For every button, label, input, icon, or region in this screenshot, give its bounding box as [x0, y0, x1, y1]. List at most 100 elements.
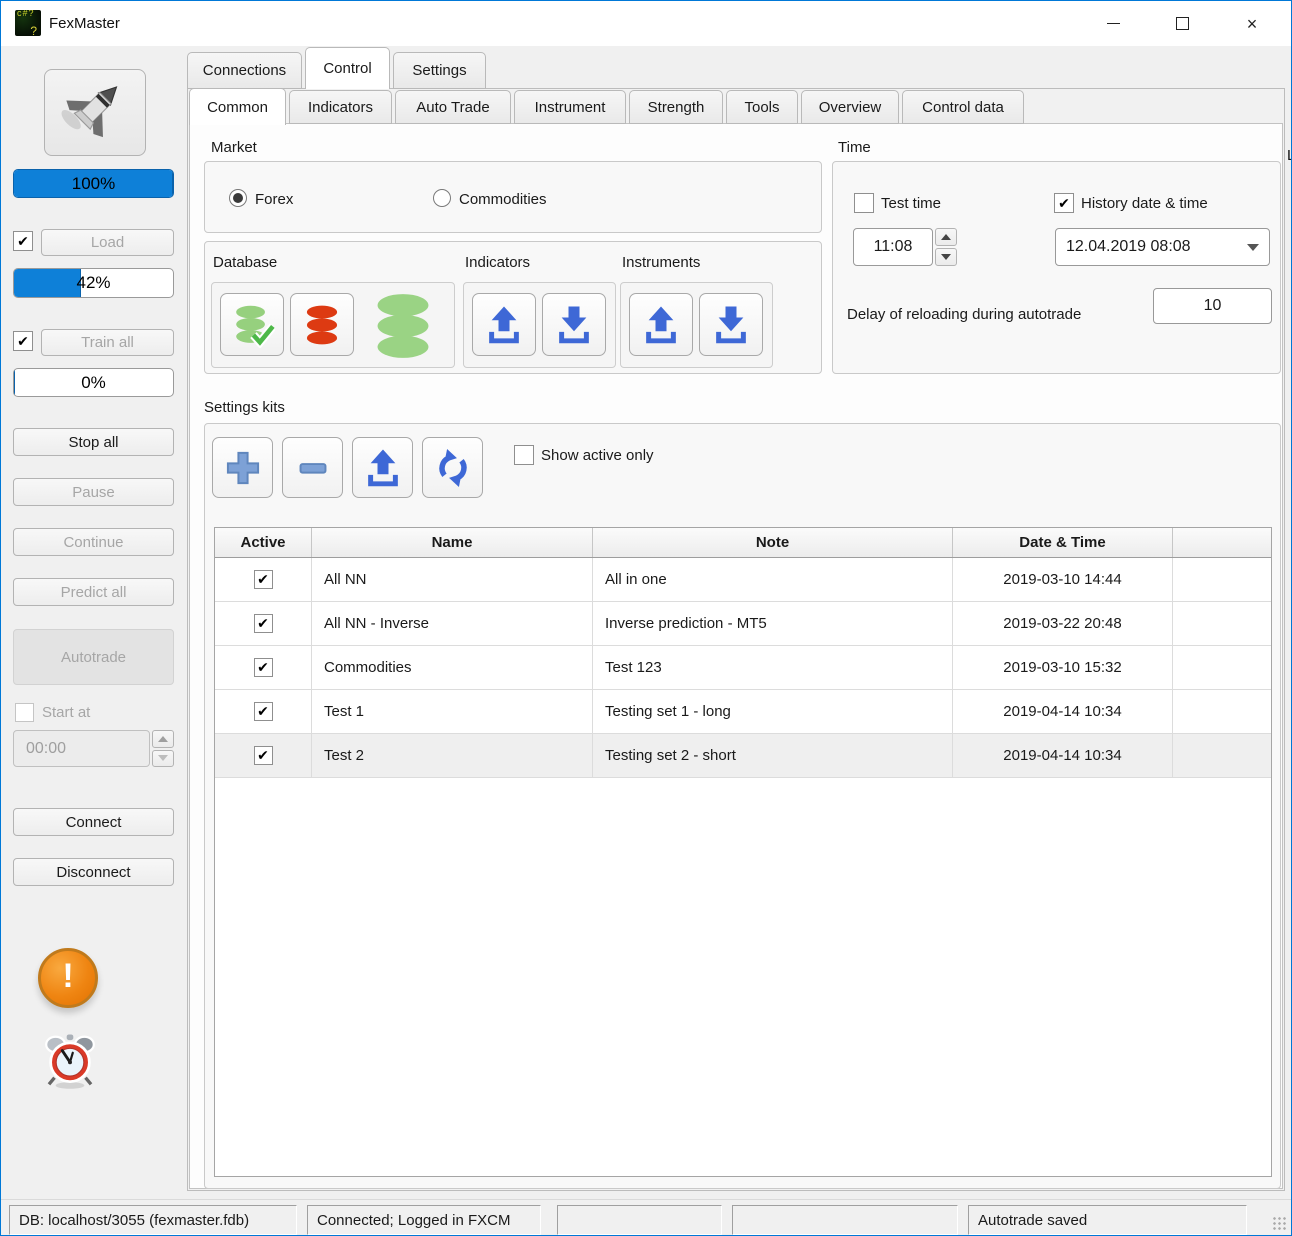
clipped-right-label: L — [1287, 147, 1292, 164]
rocket-icon — [52, 77, 138, 149]
close-button[interactable]: × — [1229, 1, 1275, 46]
load-progress-label: 42% — [14, 269, 173, 297]
indicators-upload-button[interactable] — [472, 293, 536, 356]
forex-label: Forex — [255, 191, 293, 208]
tab-settings[interactable]: Settings — [393, 52, 486, 89]
instruments-panel — [620, 282, 773, 368]
row-active-checkbox[interactable] — [254, 614, 273, 633]
row-active-checkbox[interactable] — [254, 658, 273, 677]
train-checkbox[interactable] — [13, 331, 33, 351]
column-header-datetime[interactable]: Date & Time — [953, 528, 1173, 557]
spin-up-button[interactable] — [152, 730, 174, 748]
upload-icon — [361, 446, 405, 490]
remove-kit-button[interactable] — [282, 437, 343, 498]
connect-button[interactable]: Connect — [13, 808, 174, 836]
commodities-radio[interactable] — [433, 189, 451, 207]
subtab-overview[interactable]: Overview — [801, 90, 899, 124]
database-status-icon — [358, 287, 448, 365]
row-active-checkbox[interactable] — [254, 570, 273, 589]
time-group: Test time History date & time 11:08 12.0… — [832, 161, 1281, 374]
database-red-button[interactable] — [290, 293, 354, 356]
row-active-checkbox[interactable] — [254, 746, 273, 765]
train-all-button[interactable]: Train all — [41, 329, 174, 356]
table-row[interactable]: Test 1 Testing set 1 - long 2019-04-14 1… — [215, 690, 1271, 734]
database-checked-icon — [229, 302, 275, 348]
delay-value: 10 — [1204, 297, 1222, 315]
start-time-value: 00:00 — [13, 730, 150, 767]
table-row[interactable]: All NN - Inverse Inverse prediction - MT… — [215, 602, 1271, 646]
instruments-download-button[interactable] — [699, 293, 763, 356]
indicators-download-button[interactable] — [542, 293, 606, 356]
column-header-filler — [1173, 528, 1271, 557]
spin-down-button[interactable] — [152, 750, 174, 768]
row-note: Inverse prediction - MT5 — [593, 602, 953, 645]
upload-kit-button[interactable] — [352, 437, 413, 498]
subtab-common[interactable]: Common — [189, 88, 286, 125]
start-time-spinner[interactable]: 00:00 — [13, 730, 174, 767]
arrow-up-icon — [158, 736, 168, 742]
arrow-up-icon — [941, 234, 951, 240]
row-datetime: 2019-04-14 10:34 — [953, 734, 1173, 777]
continue-button[interactable]: Continue — [13, 528, 174, 556]
table-row[interactable]: Test 2 Testing set 2 - short 2019-04-14 … — [215, 734, 1271, 778]
forex-radio[interactable] — [229, 189, 247, 207]
column-header-note[interactable]: Note — [593, 528, 953, 557]
download-icon — [709, 303, 753, 347]
subtab-auto-trade[interactable]: Auto Trade — [395, 90, 511, 124]
autotrade-button[interactable]: Autotrade — [13, 629, 174, 685]
table-row[interactable]: Commodities Test 123 2019-03-10 15:32 — [215, 646, 1271, 690]
column-header-active[interactable]: Active — [215, 528, 312, 557]
test-time-value: 11:08 — [853, 228, 933, 266]
subtab-tools[interactable]: Tools — [726, 90, 798, 124]
download-icon — [552, 303, 596, 347]
database-check-button[interactable] — [220, 293, 284, 356]
rocket-button[interactable] — [44, 69, 146, 156]
time-group-label: Time — [838, 139, 871, 156]
delay-input[interactable]: 10 — [1153, 288, 1272, 324]
database-panel — [211, 282, 455, 368]
tab-connections[interactable]: Connections — [187, 52, 302, 89]
delay-label: Delay of reloading during autotrade — [847, 306, 1081, 323]
arrow-down-icon — [158, 755, 168, 761]
tab-control[interactable]: Control — [305, 47, 390, 89]
row-active-checkbox[interactable] — [254, 702, 273, 721]
minus-icon — [292, 447, 334, 489]
maximize-button[interactable] — [1159, 1, 1205, 46]
row-name: Commodities — [312, 646, 593, 689]
total-progress-label: 100% — [14, 170, 173, 197]
load-checkbox[interactable] — [13, 231, 33, 251]
row-datetime: 2019-03-10 15:32 — [953, 646, 1173, 689]
test-time-spinner[interactable]: 11:08 — [853, 228, 957, 266]
add-kit-button[interactable] — [212, 437, 273, 498]
chevron-down-icon — [1247, 244, 1259, 251]
test-time-checkbox[interactable] — [854, 193, 874, 213]
subtab-control-data[interactable]: Control data — [902, 90, 1024, 124]
load-button[interactable]: Load — [41, 229, 174, 256]
predict-all-button[interactable]: Predict all — [13, 578, 174, 606]
status-connection: Connected; Logged in FXCM — [307, 1205, 541, 1235]
column-header-name[interactable]: Name — [312, 528, 593, 557]
subtab-instrument[interactable]: Instrument — [514, 90, 626, 124]
history-datetime-combo[interactable]: 12.04.2019 08:08 — [1055, 228, 1270, 266]
minimize-button[interactable] — [1090, 1, 1136, 46]
row-note: Test 123 — [593, 646, 953, 689]
subtab-indicators[interactable]: Indicators — [289, 90, 392, 124]
spin-down-button[interactable] — [935, 248, 957, 266]
subtab-strength[interactable]: Strength — [629, 90, 723, 124]
history-checkbox[interactable] — [1054, 193, 1074, 213]
history-datetime-value: 12.04.2019 08:08 — [1066, 238, 1191, 256]
disconnect-button[interactable]: Disconnect — [13, 858, 174, 886]
status-empty-1 — [557, 1205, 722, 1235]
table-row[interactable]: All NN All in one 2019-03-10 14:44 — [215, 558, 1271, 602]
show-active-only-checkbox[interactable] — [514, 445, 534, 465]
table-body: All NN All in one 2019-03-10 14:44 All N… — [215, 558, 1271, 778]
pause-button[interactable]: Pause — [13, 478, 174, 506]
settings-kits-label: Settings kits — [204, 399, 285, 416]
refresh-kits-button[interactable] — [422, 437, 483, 498]
stop-all-button[interactable]: Stop all — [13, 428, 174, 456]
resize-grip-icon[interactable] — [1272, 1216, 1288, 1232]
instruments-upload-button[interactable] — [629, 293, 693, 356]
start-at-checkbox[interactable] — [15, 703, 34, 722]
spin-up-button[interactable] — [935, 228, 957, 246]
row-datetime: 2019-03-22 20:48 — [953, 602, 1173, 645]
